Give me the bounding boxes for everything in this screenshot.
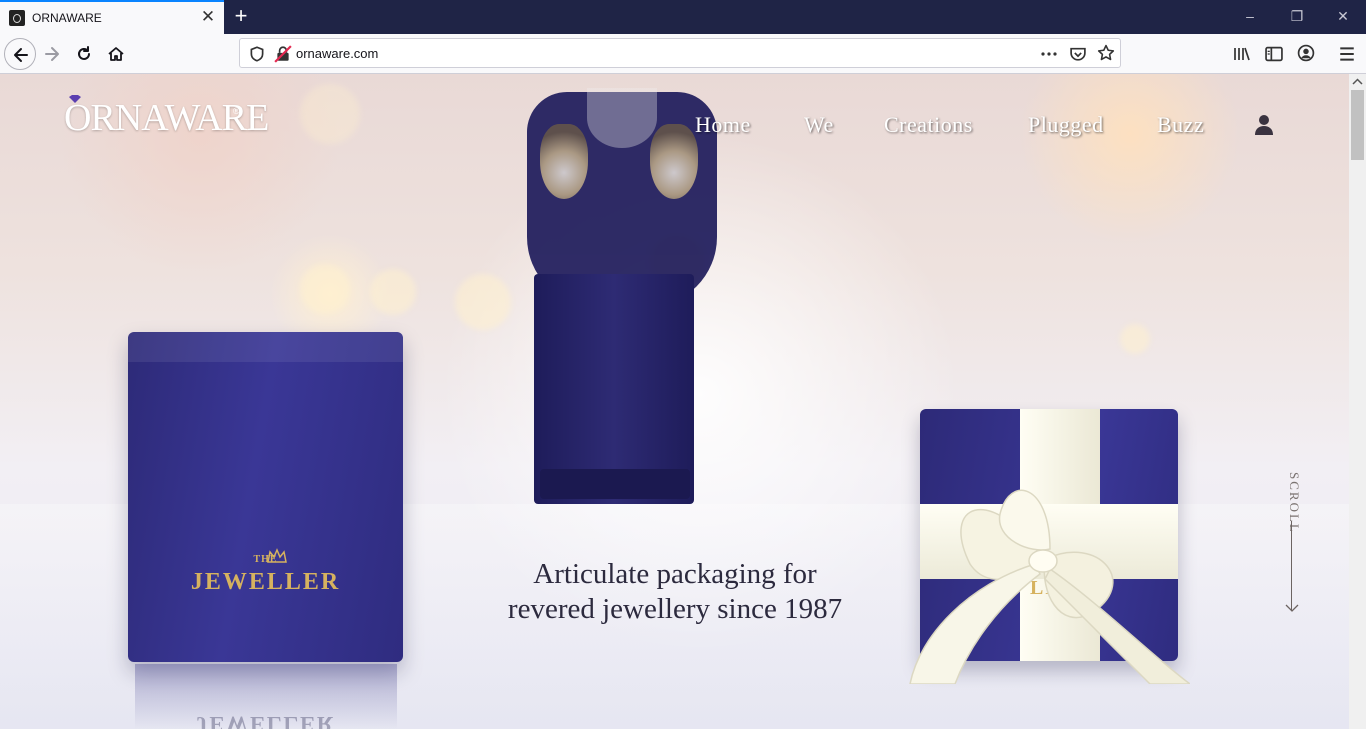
library-icon[interactable] bbox=[1233, 45, 1251, 63]
insecure-lock-icon[interactable] bbox=[274, 45, 292, 63]
nav-we[interactable]: We bbox=[804, 112, 834, 138]
jewellery-box-left bbox=[128, 332, 403, 662]
box-brand-reflection: JEWELLER bbox=[196, 712, 335, 729]
earring-right bbox=[650, 124, 698, 199]
hero-section: THE JEWELLER JEWELLER LE ORNAWARE ® Home… bbox=[0, 74, 1349, 729]
reload-button[interactable] bbox=[68, 38, 100, 70]
address-bar[interactable]: ornaware.com bbox=[239, 38, 1121, 68]
bookmark-star-icon[interactable] bbox=[1097, 44, 1115, 62]
new-tab-button[interactable]: + bbox=[230, 4, 252, 28]
home-icon bbox=[108, 47, 124, 61]
reload-icon bbox=[78, 46, 90, 60]
url-text[interactable]: ornaware.com bbox=[296, 46, 378, 61]
scroll-label: SCROLL bbox=[1287, 472, 1302, 534]
logo-gem-icon bbox=[69, 95, 81, 103]
bokeh-light bbox=[300, 84, 360, 144]
stand-base bbox=[540, 469, 690, 499]
site-logo[interactable]: ORNAWARE bbox=[64, 96, 269, 140]
nav-home[interactable]: Home bbox=[695, 112, 751, 138]
home-button[interactable] bbox=[100, 38, 132, 70]
user-account-icon[interactable] bbox=[1254, 114, 1274, 136]
bokeh-light bbox=[455, 274, 511, 330]
navigation-toolbar: ornaware.com bbox=[0, 34, 1366, 74]
box-brand: JEWELLER bbox=[190, 569, 341, 595]
bokeh-light bbox=[1120, 324, 1150, 354]
page-scrollbar[interactable] bbox=[1349, 74, 1366, 729]
arrow-down-icon bbox=[1285, 604, 1299, 612]
tab-close-button[interactable]: ✕ bbox=[199, 8, 217, 26]
shield-icon[interactable] bbox=[248, 45, 266, 63]
site-favicon-icon bbox=[9, 10, 25, 26]
hero-tagline-line2: revered jewellery since 1987 bbox=[507, 593, 843, 625]
scrollbar-thumb[interactable] bbox=[1351, 90, 1364, 160]
sidebar-icon[interactable] bbox=[1265, 45, 1283, 63]
back-icon bbox=[14, 48, 28, 62]
page-actions-icon[interactable] bbox=[1040, 45, 1058, 63]
window-close-button[interactable]: ✕ bbox=[1333, 6, 1353, 26]
account-icon[interactable] bbox=[1297, 44, 1315, 62]
back-button[interactable] bbox=[4, 38, 36, 70]
earring-left bbox=[540, 124, 588, 199]
scroll-up-icon[interactable] bbox=[1349, 74, 1366, 90]
box-brand-small: THE bbox=[253, 554, 278, 565]
restore-button[interactable]: ❐ bbox=[1287, 6, 1307, 26]
bokeh-light bbox=[300, 264, 350, 314]
active-tab[interactable]: ORNAWARE ✕ bbox=[0, 0, 224, 34]
nav-creations[interactable]: Creations bbox=[884, 112, 973, 138]
pocket-icon[interactable] bbox=[1069, 45, 1087, 63]
nav-plugged[interactable]: Plugged bbox=[1028, 112, 1104, 138]
hero-tagline-line1: Articulate packaging for bbox=[533, 558, 817, 590]
registered-mark: ® bbox=[233, 106, 240, 116]
tab-bar: ORNAWARE ✕ + – ❐ ✕ bbox=[0, 0, 1366, 34]
menu-icon[interactable] bbox=[1338, 45, 1356, 63]
forward-icon bbox=[45, 47, 59, 61]
nav-buzz[interactable]: Buzz bbox=[1157, 112, 1204, 138]
tab-title: ORNAWARE bbox=[32, 11, 102, 25]
forward-button[interactable] bbox=[36, 38, 68, 70]
minimize-button[interactable]: – bbox=[1240, 6, 1260, 26]
bokeh-light bbox=[370, 269, 416, 315]
